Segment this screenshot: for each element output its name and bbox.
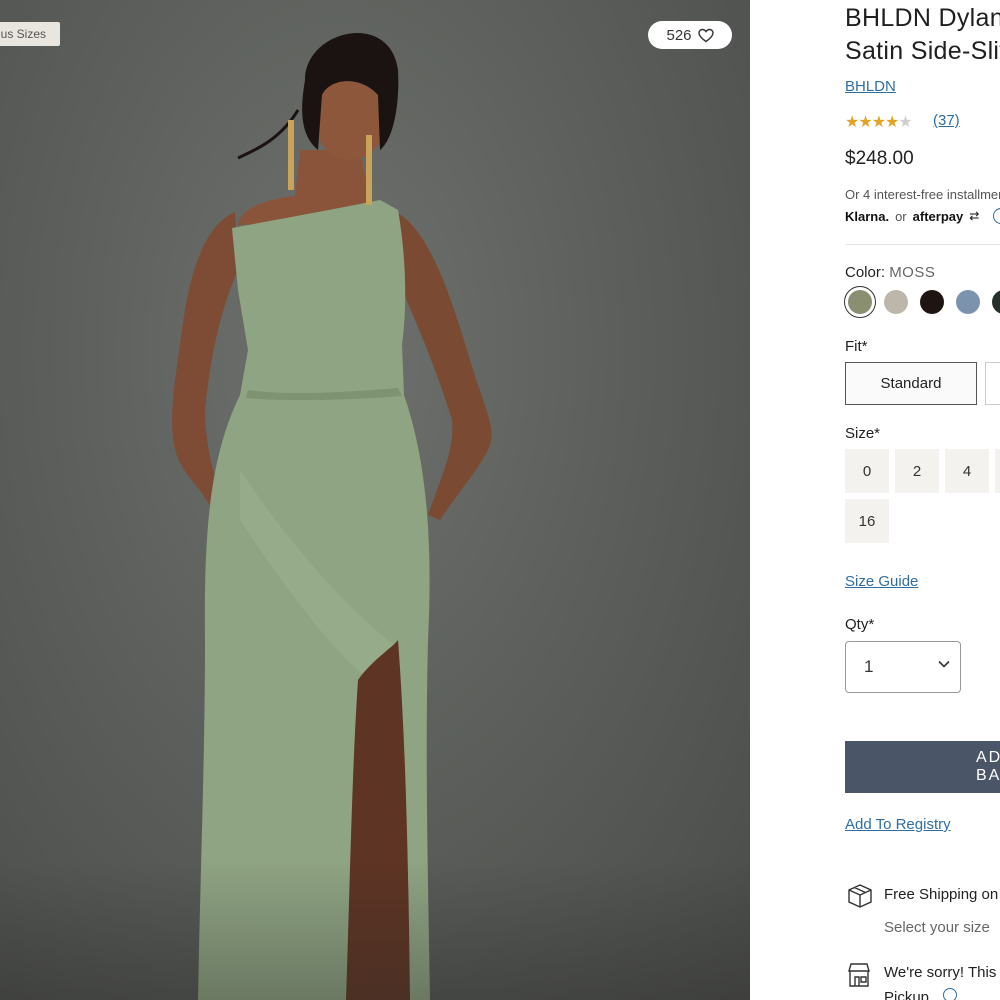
product-image[interactable]: Plus Sizes 526 xyxy=(0,0,750,1000)
pickup-unavailable-title: We're sorry! This xyxy=(884,964,997,981)
fit-option-petite[interactable] xyxy=(985,362,1000,405)
product-title-line1: BHLDN Dylan xyxy=(845,4,1000,32)
plus-sizes-badge: Plus Sizes xyxy=(0,22,60,46)
payment-options: Klarna. or afterpay ⇄ xyxy=(845,208,1000,224)
installments-text: Or 4 interest-free installments xyxy=(845,187,1000,202)
klarna-logo[interactable]: Klarna. xyxy=(845,209,889,224)
color-label: Color: MOSS xyxy=(845,264,935,281)
divider xyxy=(845,244,1000,245)
chevron-down-icon xyxy=(938,660,950,668)
fit-label: Fit* xyxy=(845,338,868,355)
info-icon[interactable] xyxy=(993,208,1000,224)
pickup-line: Pickup xyxy=(884,988,958,1000)
or-text: or xyxy=(895,208,907,224)
size-option-2[interactable]: 2 xyxy=(895,449,939,493)
color-value: MOSS xyxy=(889,264,936,281)
free-shipping-subtitle: Select your size xyxy=(884,919,990,936)
pickup-info-icon[interactable] xyxy=(943,988,958,1000)
star-empty-icon: ★ xyxy=(898,114,912,131)
size-guide-link[interactable]: Size Guide xyxy=(845,573,918,590)
swatch-black[interactable] xyxy=(920,290,944,314)
product-price: $248.00 xyxy=(845,148,914,169)
rating-stars[interactable]: ★★★★★ xyxy=(845,112,913,132)
size-option-4[interactable]: 4 xyxy=(945,449,989,493)
box-icon xyxy=(848,884,872,908)
add-to-basket-button[interactable]: ADD TO BASKET xyxy=(845,741,1000,793)
product-details-panel: BHLDN Dylan Satin Side-Slit BHLDN ★★★★★ … xyxy=(750,0,1000,1000)
add-to-basket-label: ADD TO BASKET xyxy=(976,749,1000,784)
likes-count: 526 xyxy=(666,26,692,44)
heart-icon xyxy=(697,28,714,42)
qty-label: Qty* xyxy=(845,616,875,633)
product-title: BHLDN Dylan Satin Side-Slit xyxy=(845,2,1000,68)
add-to-registry-link[interactable]: Add To Registry xyxy=(845,816,951,833)
swatch-champagne[interactable] xyxy=(884,290,908,314)
color-label-text: Color: xyxy=(845,264,886,281)
swatch-dark-green[interactable] xyxy=(992,290,1000,314)
size-option-0[interactable]: 0 xyxy=(845,449,889,493)
favorite-button[interactable]: 526 xyxy=(648,21,732,49)
size-option-16[interactable]: 16 xyxy=(845,499,889,543)
afterpay-arrows-icon: ⇄ xyxy=(969,209,980,223)
image-shadow xyxy=(0,860,750,1000)
swatch-blue[interactable] xyxy=(956,290,980,314)
model-photo xyxy=(172,32,492,1000)
size-option-6[interactable] xyxy=(995,449,1000,493)
product-title-line2: Satin Side-Slit xyxy=(845,37,1000,65)
store-icon xyxy=(848,963,870,987)
brand-link[interactable]: BHLDN xyxy=(845,78,896,95)
swatch-moss[interactable] xyxy=(844,286,876,318)
qty-value: 1 xyxy=(864,657,874,676)
fit-option-standard[interactable]: Standard xyxy=(845,362,977,405)
star-icon: ★★★★ xyxy=(845,114,899,131)
reviews-link[interactable]: (37) xyxy=(933,112,960,129)
qty-select[interactable]: 1 xyxy=(845,641,961,693)
size-label: Size* xyxy=(845,425,881,442)
free-shipping-title: Free Shipping on orders xyxy=(884,886,1000,903)
afterpay-logo[interactable]: afterpay xyxy=(913,209,964,224)
pickup-label: Pickup xyxy=(884,989,930,1000)
